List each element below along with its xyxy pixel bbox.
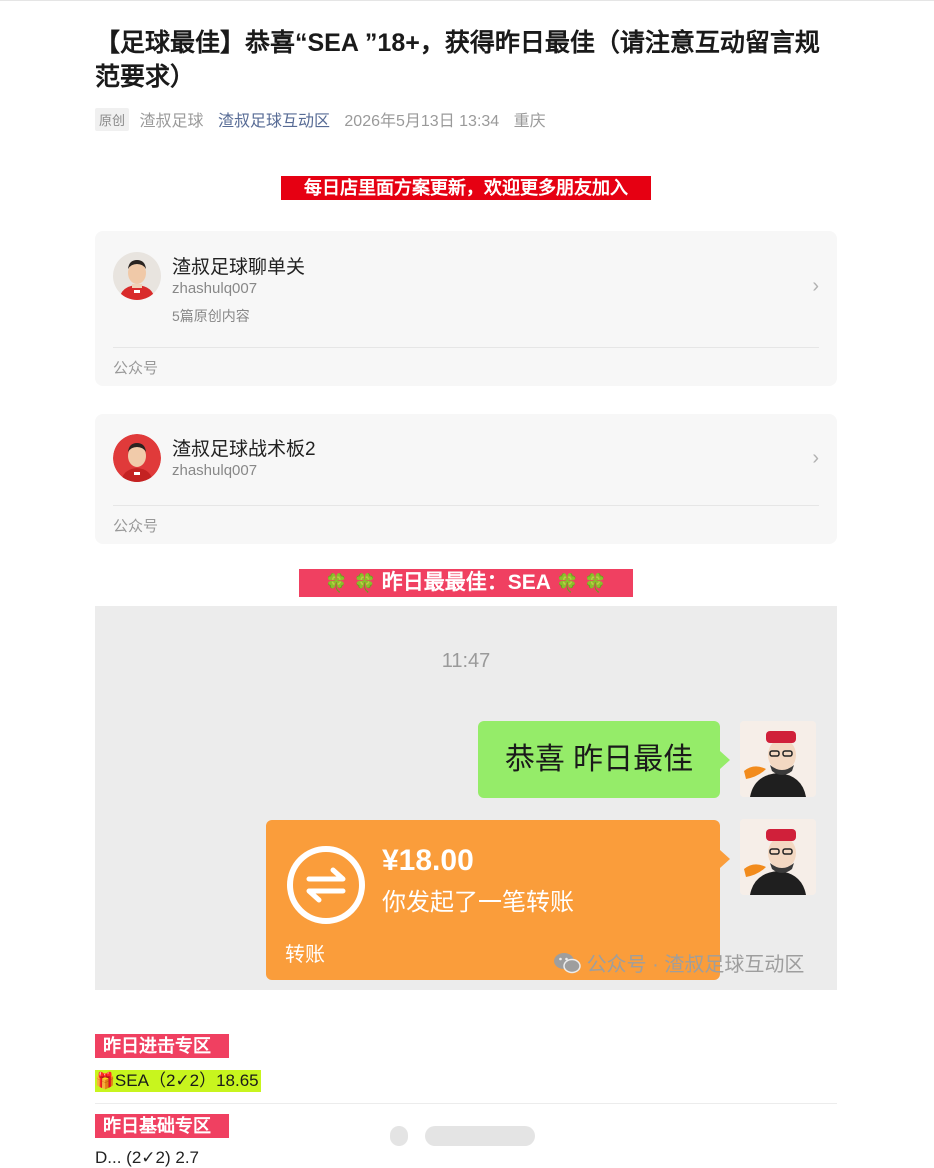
account-id: zhashulq007 [172,280,258,297]
account-avatar [113,434,161,482]
account-card-1[interactable]: 渣叔足球聊单关 zhashulq007 5篇原创内容 › 公众号 [95,231,837,386]
transfer-label: 转账 [285,944,325,966]
gift-icon: 🎁 [95,1073,115,1090]
account-name: 渣叔足球战术板2 [172,439,316,460]
best-banner-text: 昨日最最佳：SEA [381,571,551,594]
transfer-description: 你发起了一笔转账 [382,889,574,916]
card-footer-label: 公众号 [113,518,159,535]
transfer-icon [285,844,367,926]
account-name: 渣叔足球聊单关 [172,257,306,278]
article-meta: 原创 渣叔足球 渣叔足球互动区 2026年5月13日 13:34 重庆 [95,107,546,131]
chevron-right-icon: › [812,275,819,297]
transfer-amount: ¥18.00 [382,844,474,877]
clover-icon: 🍀 [353,573,376,593]
user-avatar [740,721,816,797]
placeholder-pill [390,1126,408,1146]
account-id: zhashulq007 [172,462,258,479]
account-avatar [113,252,161,300]
clover-icon: 🍀 [556,573,579,593]
account-link[interactable]: 渣叔足球互动区 [218,107,330,131]
toolbar-placeholder [290,1122,535,1150]
placeholder-pill [425,1126,535,1146]
original-badge: 原创 [95,107,130,131]
account-card-2[interactable]: 渣叔足球战术板2 zhashulq007 › 公众号 [95,414,837,544]
highlight-line: 🎁SEA（2✓2）18.65 [95,1070,261,1092]
chevron-right-icon: › [812,447,819,469]
chat-message-bubble: 恭喜 昨日最佳 [478,721,730,798]
watermark: 公众号 · 渣叔足球互动区 [553,948,804,980]
user-avatar [740,819,816,895]
article-title: 【足球最佳】恭喜“SEA ”18+，获得昨日最佳（请注意互动留言规范要求） [95,29,820,91]
location: 重庆 [513,113,546,130]
pick-result: SEA（2✓2）18.65 [114,1071,259,1090]
section-tag: 昨日基础专区 [95,1114,229,1138]
section-divider [95,1103,837,1104]
chat-timestamp: 11:47 [441,650,491,672]
clover-icon: 🍀 [584,573,607,593]
clover-icon: 🍀 [325,573,348,593]
card-divider [113,347,819,348]
pick-result: D... (2✓2) 2.7 [95,1148,200,1167]
watermark-text: 公众号 · 渣叔足球互动区 [586,954,805,976]
wechat-icon [553,952,581,980]
section-tag: 昨日进击专区 [95,1034,229,1058]
author-name: 渣叔足球 [139,113,204,130]
chat-screenshot: 11:47 恭喜 昨日最佳 ¥18.00 你发起了一笔转账 转账 公众号 · 渣… [95,606,837,990]
top-border [0,0,934,1]
publish-date: 2026年5月13日 13:34 [344,113,500,130]
promo-banner: 每日店里面方案更新，欢迎更多朋友加入 [281,176,651,200]
card-footer-label: 公众号 [113,360,159,377]
best-banner: 🍀 🍀 昨日最最佳：SEA 🍀 🍀 [299,569,633,597]
card-divider [113,505,819,506]
article-count: 5篇原创内容 [172,308,250,324]
